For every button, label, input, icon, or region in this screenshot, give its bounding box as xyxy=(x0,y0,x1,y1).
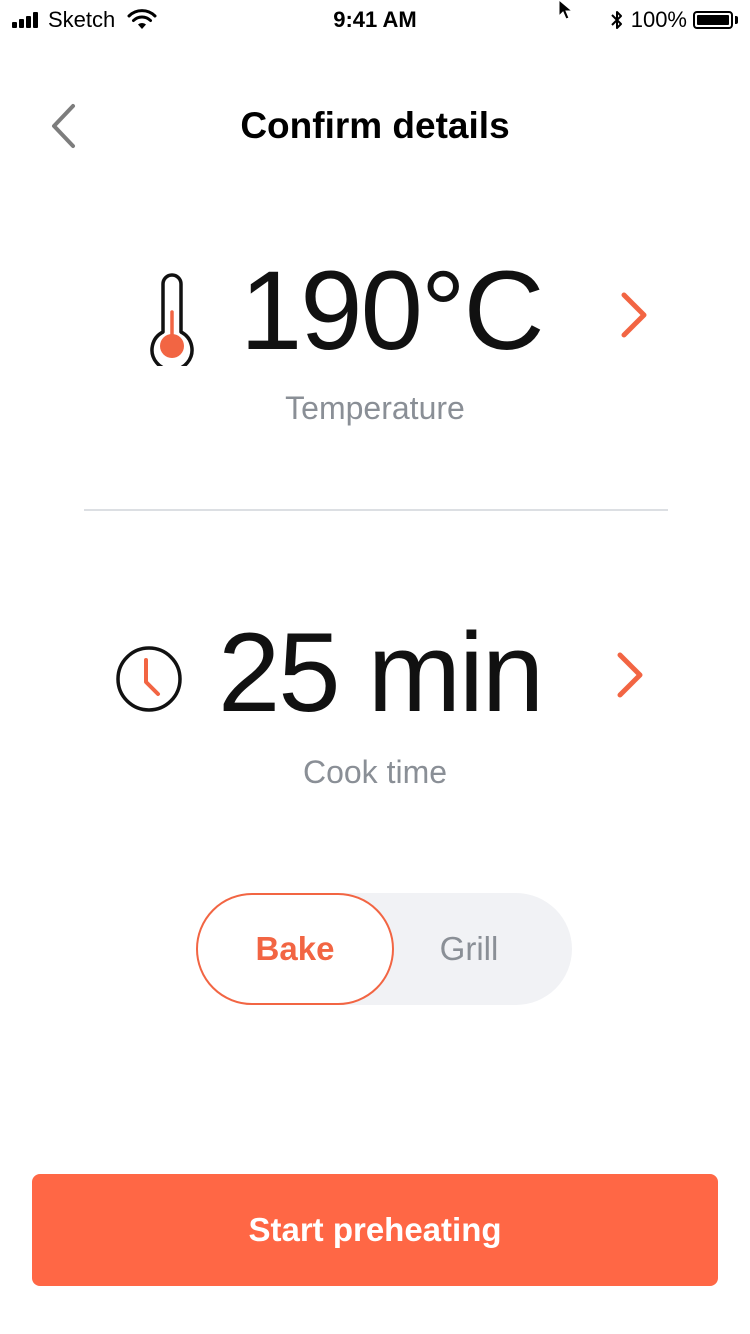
cook-time-value: 25 min xyxy=(218,610,544,735)
mode-option-bake[interactable]: Bake xyxy=(196,893,394,1005)
thermometer-icon xyxy=(150,273,194,366)
chevron-right-icon[interactable] xyxy=(614,290,654,340)
temperature-value: 190°C xyxy=(240,248,545,373)
clock-icon xyxy=(116,646,182,712)
page-title: Confirm details xyxy=(240,105,510,146)
mode-toggle: Bake Grill xyxy=(196,893,572,1005)
battery-icon xyxy=(693,11,733,29)
mouse-cursor-icon xyxy=(558,0,574,20)
status-bar: Sketch 9:41 AM 100% xyxy=(0,0,750,40)
divider xyxy=(84,509,668,511)
chevron-right-icon[interactable] xyxy=(610,650,650,700)
mode-option-grill[interactable]: Grill xyxy=(394,893,544,1005)
temperature-label: Temperature xyxy=(285,390,465,426)
bluetooth-icon xyxy=(611,11,622,29)
cook-time-label: Cook time xyxy=(302,754,448,790)
start-preheating-button[interactable]: Start preheating xyxy=(32,1174,718,1286)
battery-cap xyxy=(735,16,738,24)
status-right: 100% xyxy=(609,6,738,34)
battery-percent: 100% xyxy=(630,7,687,32)
